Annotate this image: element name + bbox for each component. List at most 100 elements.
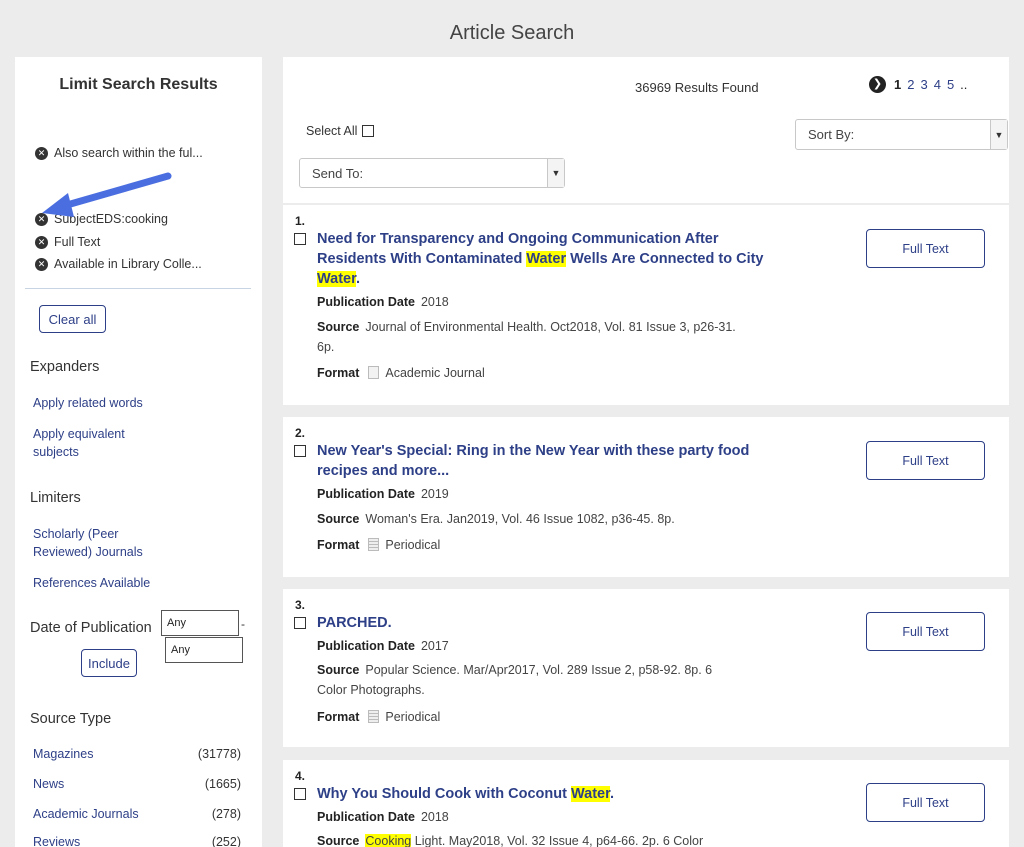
title-text: Why You Should Cook with Coconut — [317, 786, 571, 802]
meta-label: Format — [317, 538, 360, 552]
remove-filter-icon[interactable]: ✕ — [35, 146, 48, 160]
result-number: 3. — [295, 598, 306, 612]
applied-filter-fulltext-search: ✕ Also search within the ful... — [35, 146, 203, 160]
send-to-label: Send To: — [312, 165, 364, 181]
result-number: 4. — [295, 769, 306, 783]
include-button[interactable]: Include — [81, 649, 137, 677]
full-text-button[interactable]: Full Text — [866, 783, 985, 822]
clear-all-button[interactable]: Clear all — [39, 305, 106, 333]
remove-filter-icon[interactable]: ✕ — [35, 235, 48, 249]
select-all-label: Select All — [306, 124, 358, 138]
result-card: 3. PARCHED. Publication Date 2017 Source P… — [283, 589, 1009, 747]
pagination: ❯ 1 2 3 4 5 .. — [869, 76, 973, 93]
format: Format Academic Journal — [317, 363, 737, 383]
meta-value: Popular Science. Mar/Apr2017, Vol. 289 I… — [317, 663, 713, 697]
date-separator: - — [241, 617, 245, 631]
source: Source Journal of Environmental Health. O… — [317, 317, 737, 357]
meta-label: Publication Date — [317, 810, 415, 824]
meta-value: Woman's Era. Jan2019, Vol. 46 Issue 1082… — [365, 512, 675, 526]
result-checkbox[interactable] — [294, 233, 306, 245]
applied-filter-label: Available in Library Colle... — [54, 257, 202, 271]
remove-filter-icon[interactable]: ✕ — [35, 257, 48, 271]
meta-value: Academic Journal — [385, 366, 485, 380]
title-text: Wells Are Connected to City — [566, 251, 764, 267]
source-type-item[interactable]: Magazines (31778) — [33, 747, 241, 761]
annotation-arrow-icon — [42, 172, 172, 217]
source: Source Cooking Light. May2018, Vol. 32 Is… — [317, 831, 737, 847]
result-checkbox[interactable] — [294, 788, 306, 800]
source-type-label[interactable]: News — [33, 777, 64, 791]
full-text-button[interactable]: Full Text — [866, 229, 985, 268]
page-link[interactable]: 1 — [894, 77, 901, 92]
select-all-checkbox[interactable] — [362, 125, 375, 137]
date-of-publication-label: Date of Publication — [30, 620, 152, 636]
meta-value: 2018 — [420, 295, 449, 309]
source-type-label[interactable]: Magazines — [33, 747, 93, 761]
limiters-heading: Limiters — [30, 490, 81, 506]
highlighted-term: Water — [526, 251, 567, 267]
expander-related-words[interactable]: Apply related words — [33, 394, 143, 412]
meta-label: Format — [317, 710, 360, 724]
source-type-item[interactable]: Reviews (252) — [33, 835, 241, 847]
page-link[interactable]: 3 — [920, 77, 927, 92]
result-title-link[interactable]: Why You Should Cook with Coconut Water. — [317, 784, 767, 804]
page-link[interactable]: 5 — [947, 77, 954, 92]
more-pages[interactable]: .. — [960, 77, 967, 92]
limiter-references[interactable]: References Available — [33, 574, 150, 592]
source-type-label[interactable]: Academic Journals — [33, 807, 139, 821]
next-page-icon[interactable]: ❯ — [869, 76, 886, 93]
sidebar-divider — [25, 288, 251, 289]
date-from-input[interactable] — [161, 610, 239, 636]
applied-filter-library: ✕ Available in Library Colle... — [35, 257, 202, 271]
result-checkbox[interactable] — [294, 617, 306, 629]
source-type-count: (1665) — [204, 777, 241, 791]
results-toolbar: 36969 Results Found ❯ 1 2 3 4 5 .. Selec… — [283, 57, 1009, 203]
meta-label: Publication Date — [317, 295, 415, 309]
page-link[interactable]: 2 — [907, 77, 914, 92]
publication-date: Publication Date 2018 — [317, 807, 737, 827]
select-all[interactable]: Select All — [306, 124, 375, 138]
result-title-link[interactable]: New Year's Special: Ring in the New Year… — [317, 441, 767, 481]
meta-label: Source — [317, 512, 360, 526]
title-text: . — [609, 786, 614, 802]
send-to-select[interactable]: Send To: ▼ — [299, 158, 565, 188]
applied-filter-label: Full Text — [54, 235, 101, 249]
highlighted-term: Cooking — [365, 834, 412, 847]
academic-journal-icon — [368, 366, 380, 379]
result-title-link[interactable]: PARCHED. — [317, 613, 767, 633]
meta-label: Source — [317, 834, 360, 847]
full-text-button[interactable]: Full Text — [866, 441, 985, 480]
source-type-count: (252) — [211, 835, 241, 847]
source-type-item[interactable]: Academic Journals (278) — [33, 807, 241, 821]
limiter-scholarly[interactable]: Scholarly (Peer Reviewed) Journals — [33, 525, 158, 561]
result-checkbox[interactable] — [294, 445, 306, 457]
full-text-button[interactable]: Full Text — [866, 612, 985, 651]
expander-equivalent-subjects[interactable]: Apply equivalent subjects — [33, 425, 143, 461]
meta-label: Format — [317, 366, 360, 380]
chevron-down-icon: ▼ — [547, 159, 564, 187]
applied-filter-label: Also search within the ful... — [54, 146, 203, 160]
meta-value: 2019 — [420, 487, 449, 501]
chevron-down-icon: ▼ — [990, 120, 1007, 149]
format: Format Periodical — [317, 535, 737, 555]
meta-value: Journal of Environmental Health. Oct2018… — [317, 320, 736, 354]
periodical-icon — [368, 710, 380, 723]
sort-by-label: Sort By: — [808, 127, 855, 142]
source-type-label[interactable]: Reviews — [33, 835, 80, 847]
results-count: 36969 Results Found — [635, 80, 759, 95]
meta-label: Source — [317, 320, 360, 334]
source-type-item[interactable]: News (1665) — [33, 777, 241, 791]
meta-label: Source — [317, 663, 360, 677]
meta-value: 2017 — [420, 639, 449, 653]
result-title-link[interactable]: Need for Transparency and Ongoing Commun… — [317, 229, 767, 289]
periodical-icon — [368, 538, 380, 551]
title-text: . — [355, 271, 360, 287]
page-link[interactable]: 4 — [934, 77, 941, 92]
result-card: 2. New Year's Special: Ring in the New Y… — [283, 417, 1009, 577]
meta-value: Periodical — [385, 710, 441, 724]
date-to-input[interactable] — [165, 637, 243, 663]
source-type-count: (278) — [211, 807, 241, 821]
page-title: Article Search — [449, 22, 575, 44]
source: Source Popular Science. Mar/Apr2017, Vol.… — [317, 660, 737, 700]
sort-by-select[interactable]: Sort By: ▼ — [795, 119, 1008, 150]
